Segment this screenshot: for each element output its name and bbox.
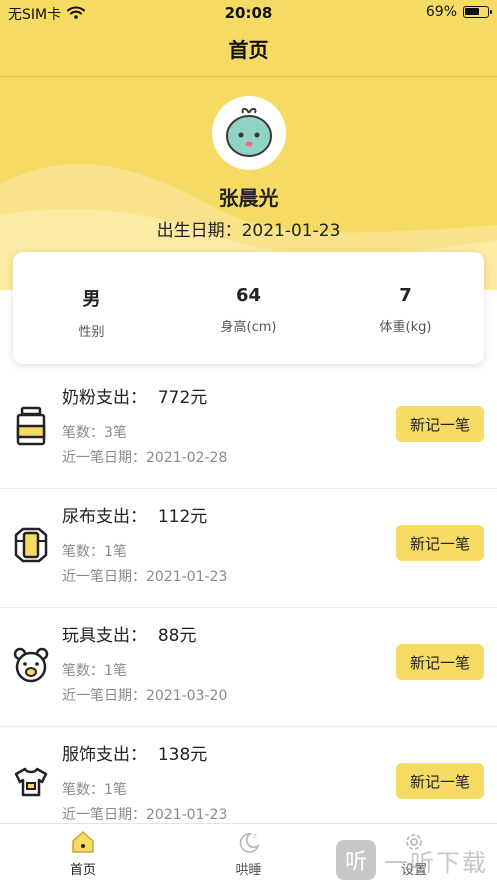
home-icon xyxy=(0,830,166,854)
expense-title: 奶粉支出： 772元 xyxy=(62,383,207,408)
page-title: 首页 xyxy=(228,38,269,62)
birth-date-label: 出生日期： xyxy=(156,221,242,241)
expense-item-diaper[interactable]: 尿布支出： 112元 笔数：1笔 近一笔日期：2021-01-23 新记一笔 xyxy=(0,489,497,608)
moon-sleep-icon: z xyxy=(166,830,332,854)
baby-face-icon xyxy=(226,107,272,157)
expense-item-toy[interactable]: 玩具支出： 88元 笔数：1笔 近一笔日期：2021-03-20 新记一笔 xyxy=(0,608,497,727)
add-record-button[interactable]: 新记一笔 xyxy=(396,406,484,442)
add-record-button[interactable]: 新记一笔 xyxy=(396,644,484,680)
add-record-button[interactable]: 新记一笔 xyxy=(396,525,484,561)
birth-date-row: 出生日期：2021-01-23 xyxy=(0,216,497,241)
expense-title: 服饰支出： 138元 xyxy=(62,740,207,765)
expense-count: 笔数：1笔 xyxy=(62,663,127,679)
onesie-icon xyxy=(13,763,49,803)
expense-title: 尿布支出： 112元 xyxy=(62,502,207,527)
tab-label: 首页 xyxy=(69,863,96,878)
battery-percent: 69% xyxy=(425,4,457,20)
expense-amount: 88元 xyxy=(157,626,197,646)
status-time: 20:08 xyxy=(224,4,273,22)
expense-amount: 772元 xyxy=(157,388,208,408)
baby-name: 张晨光 xyxy=(218,186,279,210)
watermark-text: 一听下载 xyxy=(384,848,488,877)
expense-last-date: 近一笔日期：2021-01-23 xyxy=(62,807,228,823)
stat-label: 性别 xyxy=(78,325,105,340)
expense-category: 服饰支出： xyxy=(62,745,147,765)
svg-text:z: z xyxy=(253,832,257,840)
battery-icon xyxy=(463,6,492,18)
expense-item-milk[interactable]: 奶粉支出： 772元 笔数：3笔 近一笔日期：2021-02-28 新记一笔 xyxy=(0,370,497,489)
stat-weight: 7 体重(kg) xyxy=(327,252,484,364)
diaper-icon xyxy=(13,525,49,565)
expense-last-date: 近一笔日期：2021-03-20 xyxy=(62,688,228,704)
expense-last-date: 近一笔日期：2021-02-28 xyxy=(62,450,228,466)
expense-category: 尿布支出： xyxy=(62,507,147,527)
stat-value: 7 xyxy=(399,285,412,306)
expense-count: 笔数：1笔 xyxy=(62,782,127,798)
expense-amount: 138元 xyxy=(157,745,208,765)
stat-label: 身高(cm) xyxy=(220,320,277,335)
add-record-button[interactable]: 新记一笔 xyxy=(396,763,484,799)
expense-count: 笔数：3笔 xyxy=(62,425,127,441)
expense-category: 奶粉支出： xyxy=(62,388,147,408)
stat-value: 64 xyxy=(235,285,262,306)
tab-home[interactable]: 首页 xyxy=(0,824,166,884)
expense-title: 玩具支出： 88元 xyxy=(62,621,196,646)
milk-can-icon xyxy=(13,406,49,446)
tab-sleep[interactable]: z 哄睡 xyxy=(166,824,332,884)
tab-label: 哄睡 xyxy=(235,863,262,878)
stat-label: 体重(kg) xyxy=(379,320,432,335)
expense-amount: 112元 xyxy=(157,507,208,527)
stat-value: 男 xyxy=(82,289,101,310)
expense-last-date: 近一笔日期：2021-01-23 xyxy=(62,569,228,585)
expense-list: 奶粉支出： 772元 笔数：3笔 近一笔日期：2021-02-28 新记一笔 尿… xyxy=(0,370,497,846)
watermark: 听 一听下载 xyxy=(336,838,488,882)
expense-count: 笔数：1笔 xyxy=(62,544,127,560)
birth-date-value: 2021-01-23 xyxy=(241,221,341,241)
expense-category: 玩具支出： xyxy=(62,626,147,646)
status-bar: 无SIM卡 20:08 69% xyxy=(0,0,497,26)
stat-gender: 男 性别 xyxy=(13,252,170,364)
stat-height: 64 身高(cm) xyxy=(170,252,327,364)
baby-avatar[interactable] xyxy=(212,96,286,170)
watermark-logo: 听 xyxy=(336,840,376,880)
bear-toy-icon xyxy=(13,644,49,684)
nav-divider xyxy=(0,76,497,77)
stats-card: 男 性别 64 身高(cm) 7 体重(kg) xyxy=(13,252,484,364)
